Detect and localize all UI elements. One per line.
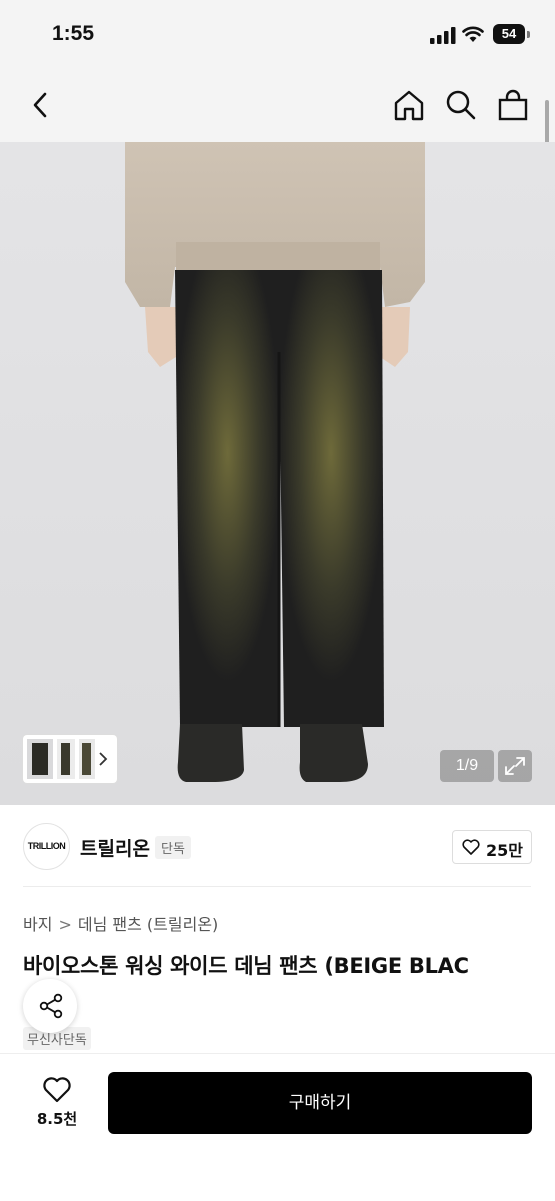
wishlist-button[interactable]: 8.5천 <box>24 1072 90 1134</box>
share-button[interactable] <box>23 979 77 1033</box>
cellular-signal-icon <box>430 27 456 44</box>
status-time: 1:55 <box>52 22 95 45</box>
status-bar: 1:55 54 <box>0 0 555 70</box>
heart-icon <box>43 1077 71 1103</box>
chevron-right-icon <box>99 752 108 766</box>
exclusive-badge: 단독 <box>155 836 191 859</box>
section-divider <box>23 886 531 887</box>
expand-image-button[interactable] <box>498 750 532 782</box>
product-title: 바이오스톤 워싱 와이드 데님 팬츠 (BEIGE BLAC <box>23 954 469 978</box>
product-image[interactable] <box>0 142 555 805</box>
chevron-right-icon: > <box>58 915 72 934</box>
image-counter: 1/9 <box>440 750 494 782</box>
breadcrumb-subcategory[interactable]: 데님 팬츠 (트릴리온) <box>78 915 218 934</box>
brand-like-count: 25만 <box>486 841 523 860</box>
product-photo-illustration <box>125 142 425 782</box>
back-icon[interactable] <box>24 88 58 122</box>
buy-button[interactable]: 구매하기 <box>108 1072 532 1134</box>
expand-icon <box>505 757 525 775</box>
brand-logo[interactable]: TRILLION <box>23 823 70 870</box>
brand-name[interactable]: 트릴리온 <box>80 834 150 861</box>
battery-tip <box>527 31 530 38</box>
breadcrumb: 바지 > 데님 팬츠 (트릴리온) <box>23 911 218 935</box>
wishlist-count: 8.5천 <box>36 1110 78 1128</box>
search-icon[interactable] <box>444 88 478 122</box>
heart-icon <box>462 839 480 855</box>
shopping-bag-icon[interactable] <box>496 88 530 122</box>
thumbnail-images <box>27 739 108 779</box>
top-nav-bar <box>0 70 555 142</box>
breadcrumb-category[interactable]: 바지 <box>23 915 52 934</box>
wifi-icon <box>462 26 484 42</box>
gallery-thumbnails[interactable] <box>23 735 117 783</box>
brand-like-button[interactable]: 25만 <box>452 830 532 864</box>
home-icon[interactable] <box>392 88 426 122</box>
share-icon <box>39 993 63 1019</box>
battery-indicator: 54 <box>493 24 525 44</box>
